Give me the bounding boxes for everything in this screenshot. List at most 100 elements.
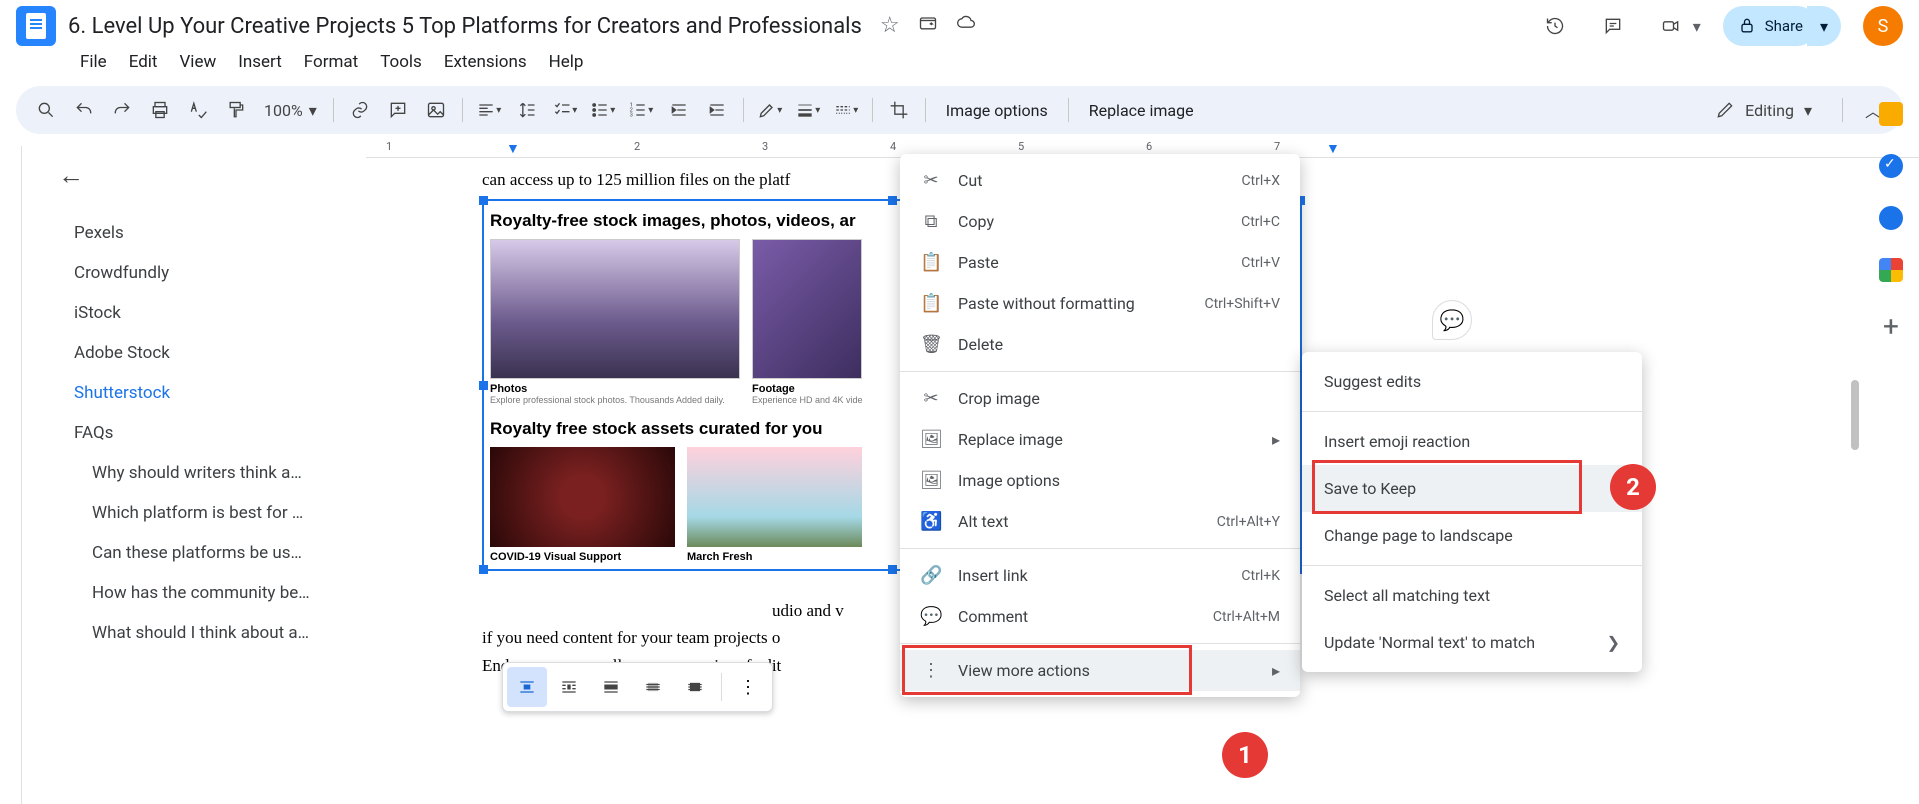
resize-handle[interactable] xyxy=(479,196,488,205)
share-dropdown[interactable]: ▾ xyxy=(1807,6,1841,46)
cm-replace-image[interactable]: 🖼Replace image▸ xyxy=(900,419,1300,460)
outline-item-faqs[interactable]: FAQs xyxy=(58,413,352,453)
share-label: Share xyxy=(1765,17,1803,35)
account-avatar[interactable]: S xyxy=(1863,6,1903,46)
outline-item-shutterstock[interactable]: Shutterstock xyxy=(58,373,352,413)
cm-crop[interactable]: ✂Crop image xyxy=(900,378,1300,419)
history-icon[interactable] xyxy=(1537,8,1573,44)
cm-image-options[interactable]: 🖼Image options xyxy=(900,460,1300,501)
crop-icon[interactable] xyxy=(883,94,915,126)
thumbnail-photos xyxy=(490,239,740,379)
front-text-icon[interactable] xyxy=(675,667,715,707)
editing-mode-button[interactable]: Editing ▾ xyxy=(1699,94,1828,126)
docs-logo[interactable] xyxy=(16,6,56,46)
keep-icon[interactable] xyxy=(1879,102,1903,126)
cm-paste-no-format[interactable]: 📋Paste without formattingCtrl+Shift+V xyxy=(900,283,1300,324)
sm-emoji-reaction[interactable]: Insert emoji reaction xyxy=(1302,418,1642,465)
outline-faq-5[interactable]: What should I think about a… xyxy=(58,613,352,653)
more-options-icon[interactable]: ⋮ xyxy=(728,667,768,707)
border-dash-icon[interactable]: ▾ xyxy=(830,94,862,126)
indent-marker-icon[interactable]: ▼ xyxy=(506,140,520,157)
line-spacing-icon[interactable] xyxy=(511,94,543,126)
star-icon[interactable]: ☆ xyxy=(880,13,900,39)
outline-faq-1[interactable]: Why should writers think a… xyxy=(58,453,352,493)
cm-view-more[interactable]: ⋮View more actions▸ xyxy=(900,650,1300,691)
border-weight-icon[interactable]: ▾ xyxy=(792,94,824,126)
checklist-icon[interactable]: ▾ xyxy=(549,94,581,126)
outline-item-istock[interactable]: iStock xyxy=(58,293,352,333)
outline-item-pexels[interactable]: Pexels xyxy=(58,213,352,253)
print-icon[interactable] xyxy=(144,94,176,126)
outline-faq-4[interactable]: How has the community be… xyxy=(58,573,352,613)
spellcheck-icon[interactable] xyxy=(182,94,214,126)
insert-image-icon[interactable] xyxy=(420,94,452,126)
cm-paste[interactable]: 📋PasteCtrl+V xyxy=(900,242,1300,283)
document-title[interactable]: 6. Level Up Your Creative Projects 5 Top… xyxy=(68,14,862,39)
align-icon[interactable]: ▾ xyxy=(473,94,505,126)
meet-icon[interactable] xyxy=(1653,8,1689,44)
resize-handle[interactable] xyxy=(888,565,897,574)
menu-view[interactable]: View xyxy=(171,48,224,76)
outline-item-adobe-stock[interactable]: Adobe Stock xyxy=(58,333,352,373)
increase-indent-icon[interactable] xyxy=(701,94,733,126)
sm-select-matching[interactable]: Select all matching text xyxy=(1302,572,1642,619)
menu-format[interactable]: Format xyxy=(296,48,366,76)
insert-link-icon[interactable] xyxy=(344,94,376,126)
wrap-text-icon[interactable] xyxy=(549,667,589,707)
outline-faq-3[interactable]: Can these platforms be us… xyxy=(58,533,352,573)
menu-edit[interactable]: Edit xyxy=(121,48,166,76)
menu-tools[interactable]: Tools xyxy=(372,48,430,76)
share-button[interactable]: Share xyxy=(1723,6,1817,46)
replace-image-button[interactable]: Replace image xyxy=(1079,101,1204,120)
inline-icon[interactable] xyxy=(507,667,547,707)
behind-text-icon[interactable] xyxy=(633,667,673,707)
outline-faq-2[interactable]: Which platform is best for … xyxy=(58,493,352,533)
zoom-dropdown[interactable]: 100%▾ xyxy=(258,101,323,120)
resize-handle[interactable] xyxy=(479,565,488,574)
menu-file[interactable]: File xyxy=(72,48,115,76)
sm-save-to-keep[interactable]: Save to Keep xyxy=(1302,465,1642,512)
outline-back-icon[interactable]: ← xyxy=(58,160,352,191)
scrollbar-thumb[interactable] xyxy=(1851,380,1859,450)
menu-extensions[interactable]: Extensions xyxy=(436,48,535,76)
menu-help[interactable]: Help xyxy=(541,48,592,76)
submenu-more-actions: Suggest edits Insert emoji reaction Save… xyxy=(1302,352,1642,672)
undo-icon[interactable] xyxy=(68,94,100,126)
tasks-icon[interactable] xyxy=(1879,154,1903,178)
break-text-icon[interactable] xyxy=(591,667,631,707)
outline-item-crowdfundly[interactable]: Crowdfundly xyxy=(58,253,352,293)
cm-alt-text[interactable]: ♿Alt textCtrl+Alt+Y xyxy=(900,501,1300,542)
sm-update-normal[interactable]: Update 'Normal text' to match❯ xyxy=(1302,619,1642,666)
numbered-list-icon[interactable]: 123▾ xyxy=(625,94,657,126)
maps-icon[interactable] xyxy=(1879,258,1903,282)
image-position-toolbar: ⋮ xyxy=(502,662,773,712)
border-color-icon[interactable]: ▾ xyxy=(754,94,786,126)
cm-delete[interactable]: 🗑Delete xyxy=(900,324,1300,365)
comments-icon[interactable] xyxy=(1595,8,1631,44)
cm-insert-link[interactable]: 🔗Insert linkCtrl+K xyxy=(900,555,1300,596)
cm-copy[interactable]: ⧉CopyCtrl+C xyxy=(900,201,1300,242)
decrease-indent-icon[interactable] xyxy=(663,94,695,126)
sm-change-landscape[interactable]: Change page to landscape xyxy=(1302,512,1642,559)
cm-comment[interactable]: 💬CommentCtrl+Alt+M xyxy=(900,596,1300,637)
contacts-icon[interactable] xyxy=(1879,206,1903,230)
meet-dropdown-icon[interactable]: ▾ xyxy=(1693,17,1701,36)
hruler-tick: 1 xyxy=(386,140,392,153)
image-options-button[interactable]: Image options xyxy=(936,101,1058,120)
cm-cut[interactable]: ✂CutCtrl+X xyxy=(900,160,1300,201)
add-comment-bubble[interactable]: 💬 xyxy=(1432,300,1472,340)
sm-suggest-edits[interactable]: Suggest edits xyxy=(1302,358,1642,405)
menu-insert[interactable]: Insert xyxy=(230,48,290,76)
redo-icon[interactable] xyxy=(106,94,138,126)
paint-format-icon[interactable] xyxy=(220,94,252,126)
bulleted-list-icon[interactable]: ▾ xyxy=(587,94,619,126)
resize-handle[interactable] xyxy=(888,196,897,205)
search-icon[interactable] xyxy=(30,94,62,126)
indent-marker-right-icon[interactable]: ▼ xyxy=(1326,140,1340,157)
add-addon-icon[interactable]: + xyxy=(1883,310,1899,343)
move-icon[interactable] xyxy=(918,13,938,39)
resize-handle[interactable] xyxy=(479,381,488,390)
add-comment-icon[interactable] xyxy=(382,94,414,126)
toolbar: 100%▾ ▾ ▾ ▾ 123▾ ▾ ▾ ▾ Image options Rep… xyxy=(16,86,1903,134)
cloud-status-icon[interactable] xyxy=(956,13,976,39)
